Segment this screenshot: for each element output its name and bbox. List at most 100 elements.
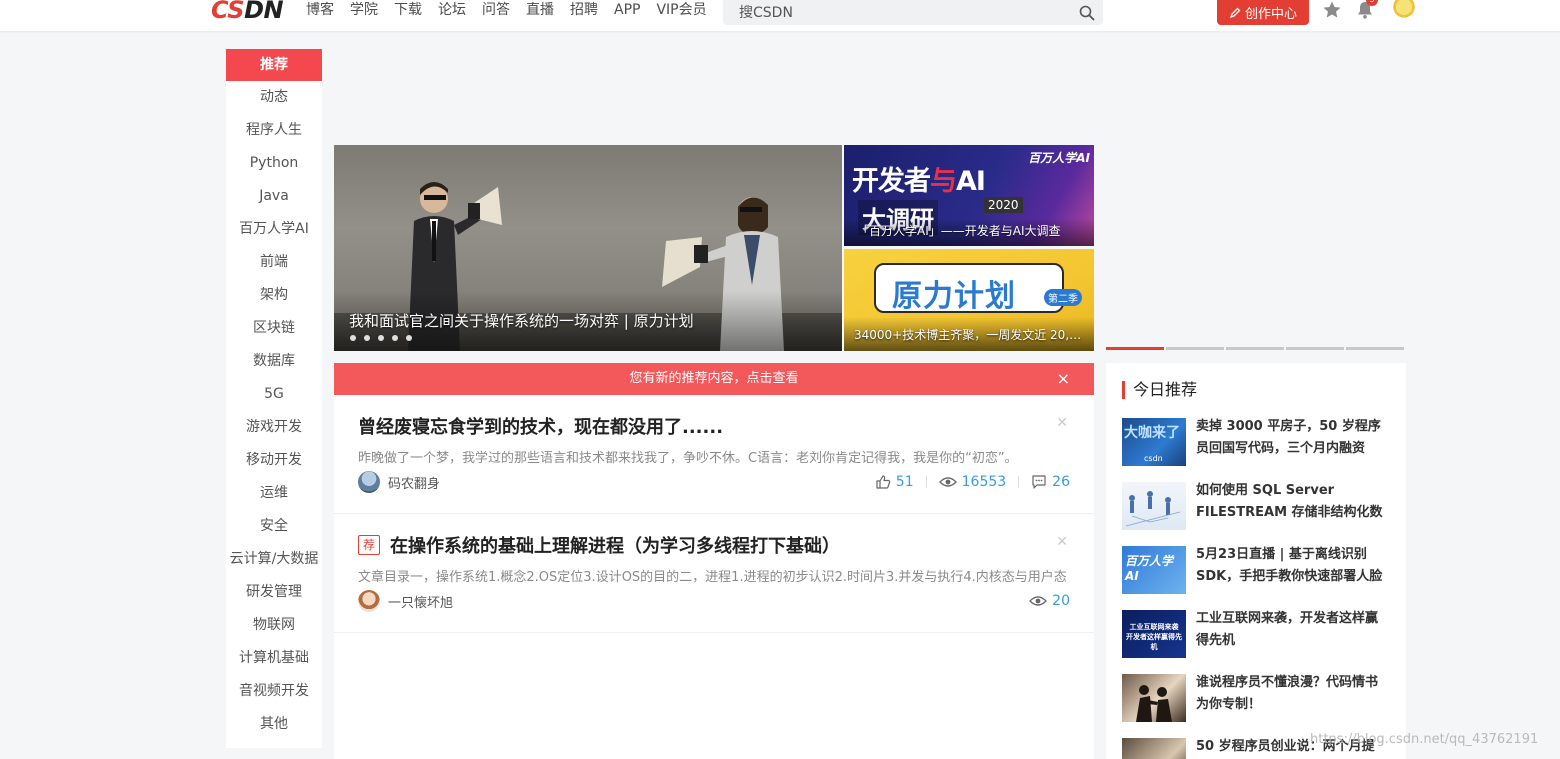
category-rd-management[interactable]: 研发管理 xyxy=(226,576,322,609)
right-indicator-4[interactable] xyxy=(1286,347,1344,350)
category-mobile-dev[interactable]: 移动开发 xyxy=(226,444,322,477)
category-iot[interactable]: 物联网 xyxy=(226,609,322,642)
category-cs-basics[interactable]: 计算机基础 xyxy=(226,642,322,675)
like-count: 51 xyxy=(895,474,914,490)
nav-blog[interactable]: 博客 xyxy=(306,0,334,22)
search-input[interactable] xyxy=(723,0,1071,25)
pen-icon xyxy=(1229,7,1241,18)
comment-stat[interactable]: 26 xyxy=(1031,474,1070,490)
eye-icon xyxy=(1029,596,1048,606)
recommend-thumb xyxy=(1122,738,1186,759)
category-5g[interactable]: 5G xyxy=(226,378,322,411)
nav-live[interactable]: 直播 xyxy=(526,0,554,22)
view-count: 20 xyxy=(1052,593,1070,609)
recommend-title: 卖掉 3000 平房子，50 岁程序员回国写代码，三个月内融资 1000 万 xyxy=(1196,419,1381,456)
nav-vip[interactable]: VIP会员 xyxy=(656,0,706,22)
thumbs-up-icon xyxy=(876,475,891,489)
category-other[interactable]: 其他 xyxy=(226,708,322,741)
nav-academy[interactable]: 学院 xyxy=(350,0,378,22)
thumb-text: 大咖来了 xyxy=(1124,425,1180,441)
ai-survey-corner-logo: 百万人学AI xyxy=(1028,151,1090,165)
category-frontend[interactable]: 前端 xyxy=(226,246,322,279)
nav-download[interactable]: 下载 xyxy=(394,0,422,22)
right-indicator-1[interactable] xyxy=(1106,347,1164,350)
author-avatar[interactable] xyxy=(358,590,380,612)
category-ops[interactable]: 运维 xyxy=(226,477,322,510)
eye-icon xyxy=(938,477,957,487)
article-meta: 一只懐坏旭 20 xyxy=(358,590,1070,612)
recommend-item[interactable]: 百万人学AI 5月23日直播 | 基于离线识别SDK，手把手教你快速部署人脸识别 xyxy=(1122,546,1392,596)
main-banner-caption[interactable]: 我和面试官之间关于操作系统的一场对弈 | 原力计划 xyxy=(349,310,694,331)
article-title[interactable]: 荐 在操作系统的基础上理解进程（为学习多线程打下基础） xyxy=(358,532,1070,558)
logo-letters-dn: DN xyxy=(244,0,284,24)
banner-dot-5[interactable] xyxy=(406,335,412,341)
category-architecture[interactable]: 架构 xyxy=(226,279,322,312)
banner-dot-2[interactable] xyxy=(364,335,370,341)
category-java[interactable]: Java xyxy=(226,180,322,213)
recommend-title: 如何使用 SQL Server FILESTREAM 存储非结构化数据？这篇文章… xyxy=(1196,483,1383,520)
article-meta: 码农翻身 51 16553 26 xyxy=(358,471,1070,493)
category-blockchain[interactable]: 区块链 xyxy=(226,312,322,345)
thumb-tag: csdn xyxy=(1144,454,1163,463)
recommend-item[interactable]: 工业互联网来袭 开发者这样赢得先机 工业互联网来袭，开发者这样赢得先机 xyxy=(1122,610,1392,660)
category-cloud-bigdata[interactable]: 云计算/大数据 xyxy=(226,543,322,576)
csdn-logo[interactable]: CSDN xyxy=(211,0,291,24)
nav-qa[interactable]: 问答 xyxy=(482,0,510,22)
category-recommend[interactable]: 推荐 xyxy=(226,49,322,81)
view-stat: 20 xyxy=(1029,593,1070,609)
category-python[interactable]: Python xyxy=(226,147,322,180)
recommend-item[interactable]: 大咖来了 csdn 卖掉 3000 平房子，50 岁程序员回国写代码，三个月内融… xyxy=(1122,418,1392,468)
category-ai[interactable]: 百万人学AI xyxy=(226,213,322,246)
article-desc[interactable]: 昨晚做了一个梦，我学过的那些语言和技术都来找我了，争吵不休。C语言：老刘你肯定记… xyxy=(358,447,1070,466)
nav-app[interactable]: APP xyxy=(614,0,640,22)
dismiss-article-icon[interactable]: ✕ xyxy=(1056,534,1068,550)
comment-icon xyxy=(1032,475,1046,489)
right-indicator-2[interactable] xyxy=(1166,347,1224,350)
right-indicator-5[interactable] xyxy=(1346,347,1404,350)
force-plan-caption[interactable]: 34000+技术博主齐聚，一周发文近 20,000篇 xyxy=(854,326,1086,343)
like-stat[interactable]: 51 xyxy=(875,474,914,490)
notice-text: 您有新的推荐内容，点击查看 xyxy=(629,371,799,386)
top-navbar: CSDN 博客 学院 下载 论坛 问答 直播 招聘 APP VIP会员 创作中心… xyxy=(0,0,1560,31)
banner-dot-4[interactable] xyxy=(392,335,398,341)
search-icon xyxy=(1079,5,1095,20)
author-avatar[interactable] xyxy=(358,471,380,493)
article-feed: 曾经废寝忘食学到的技术，现在都没用了...... 昨晚做了一个梦，我学过的那些语… xyxy=(334,395,1094,759)
banner-dot-3[interactable] xyxy=(378,335,384,341)
article-desc[interactable]: 文章目录一，操作系统1.概念2.OS定位3.设计OS的目的二，进程1.进程的初步… xyxy=(358,566,1070,585)
category-game-dev[interactable]: 游戏开发 xyxy=(226,411,322,444)
category-database[interactable]: 数据库 xyxy=(226,345,322,378)
recommend-item[interactable]: 如何使用 SQL Server FILESTREAM 存储非结构化数据？这篇文章… xyxy=(1122,482,1392,532)
main-nav: 博客 学院 下载 论坛 问答 直播 招聘 APP VIP会员 xyxy=(306,0,723,22)
right-indicator-3[interactable] xyxy=(1226,347,1284,350)
banner-dot-1[interactable] xyxy=(350,335,356,341)
thumb-text: 工业互联网来袭 开发者这样赢得先机 xyxy=(1126,623,1182,651)
nav-forum[interactable]: 论坛 xyxy=(438,0,466,22)
new-content-notice[interactable]: 您有新的推荐内容，点击查看 × xyxy=(334,363,1094,395)
create-center-button[interactable]: 创作中心 xyxy=(1217,0,1309,25)
article-item: 曾经废寝忘食学到的技术，现在都没用了...... 昨晚做了一个梦，我学过的那些语… xyxy=(334,395,1094,514)
recommended-tag: 荐 xyxy=(358,535,380,555)
favorites-star-icon[interactable] xyxy=(1322,0,1342,20)
article-title[interactable]: 曾经废寝忘食学到的技术，现在都没用了...... xyxy=(358,413,1070,439)
recommend-item[interactable]: 谁说程序员不懂浪漫？代码情书为你专制！ xyxy=(1122,674,1392,724)
search-button[interactable] xyxy=(1071,0,1103,25)
view-stat: 16553 xyxy=(938,474,1006,490)
category-security[interactable]: 安全 xyxy=(226,510,322,543)
dismiss-article-icon[interactable]: ✕ xyxy=(1056,415,1068,431)
recommend-title: 5月23日直播 | 基于离线识别SDK，手把手教你快速部署人脸识别 xyxy=(1196,547,1383,584)
today-recommend-panel: 今日推荐 大咖来了 csdn 卖掉 3000 平房子，50 岁程序员回国写代码，… xyxy=(1106,363,1406,759)
nav-jobs[interactable]: 招聘 xyxy=(570,0,598,22)
author-name[interactable]: 一只懐坏旭 xyxy=(388,592,453,611)
ai-survey-caption[interactable]: 「百万人学AI」——开发者与AI大调查 xyxy=(857,222,1061,239)
author-name[interactable]: 码农翻身 xyxy=(388,473,440,492)
category-feed[interactable]: 动态 xyxy=(226,81,322,114)
recommend-title: 工业互联网来袭，开发者这样赢得先机 xyxy=(1196,611,1379,648)
category-av-dev[interactable]: 音视频开发 xyxy=(226,675,322,708)
user-avatar[interactable] xyxy=(1392,0,1416,20)
ai-survey-headline: 开发者与AI xyxy=(852,166,986,197)
notice-close-icon[interactable]: × xyxy=(1057,363,1070,395)
category-programmer-life[interactable]: 程序人生 xyxy=(226,114,322,147)
thumb-text: 百万人学AI xyxy=(1125,554,1174,583)
banner-pagination xyxy=(350,335,412,341)
